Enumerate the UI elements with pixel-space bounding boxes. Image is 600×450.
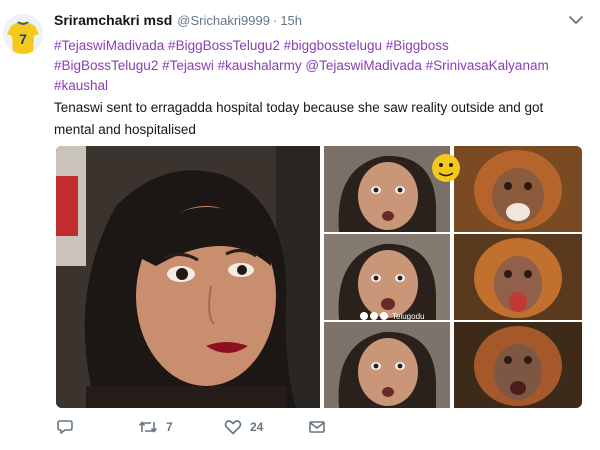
- tweet-header: Sriramchakri msd @Srichakri9999 · 15h: [54, 12, 302, 32]
- photo-woman-closeup[interactable]: [56, 146, 320, 408]
- hashtag-line[interactable]: #TejaswiMadivada #BiggBossTelugu2 #biggb…: [54, 36, 584, 56]
- reply-button[interactable]: [56, 416, 82, 438]
- separator-dot: ·: [272, 13, 278, 28]
- chevron-down-icon[interactable]: [568, 14, 584, 26]
- jersey-number: 7: [19, 31, 27, 47]
- tweet-actions: 7 24: [56, 416, 356, 438]
- watermark-text: Telugodu: [392, 312, 424, 321]
- heart-icon: [224, 420, 242, 435]
- orangutan-2: [454, 234, 582, 320]
- jersey-avatar-icon: 7: [3, 14, 43, 54]
- hashtag-line[interactable]: #BigBossTelugu2 #Tejaswi #kaushalarmy @T…: [54, 56, 584, 76]
- tweet-body-line: Tenaswi sent to erragadda hospital today…: [54, 100, 544, 115]
- meme-face-3: [324, 322, 450, 408]
- like-button[interactable]: 24: [224, 416, 263, 438]
- retweet-icon: [138, 421, 158, 433]
- hashtag-line[interactable]: #kaushal: [54, 76, 584, 96]
- direct-message-button[interactable]: [308, 416, 326, 438]
- meme-face-1: [324, 146, 450, 232]
- tweet: 7 Sriramchakri msd @Srichakri9999 · 15h …: [0, 0, 600, 450]
- like-count: 24: [250, 420, 264, 434]
- retweet-button[interactable]: 7: [138, 416, 173, 438]
- reply-icon: [57, 420, 73, 434]
- avatar[interactable]: 7: [3, 14, 43, 54]
- timestamp[interactable]: 15h: [280, 13, 302, 28]
- display-name[interactable]: Sriramchakri msd: [54, 12, 172, 28]
- retweet-count: 7: [166, 420, 173, 434]
- media-grid: Telugodu: [56, 146, 582, 408]
- orangutan-3: [454, 322, 582, 408]
- photo-meme-collage[interactable]: Telugodu: [324, 146, 582, 408]
- tweet-body-line: mental and hospitalised: [54, 122, 196, 137]
- envelope-icon: [309, 421, 325, 433]
- tweet-text: #TejaswiMadivada #BiggBossTelugu2 #biggb…: [54, 36, 584, 140]
- meme-face-2: [324, 234, 450, 320]
- user-handle[interactable]: @Srichakri9999: [177, 13, 270, 28]
- orangutan-1: [454, 146, 582, 232]
